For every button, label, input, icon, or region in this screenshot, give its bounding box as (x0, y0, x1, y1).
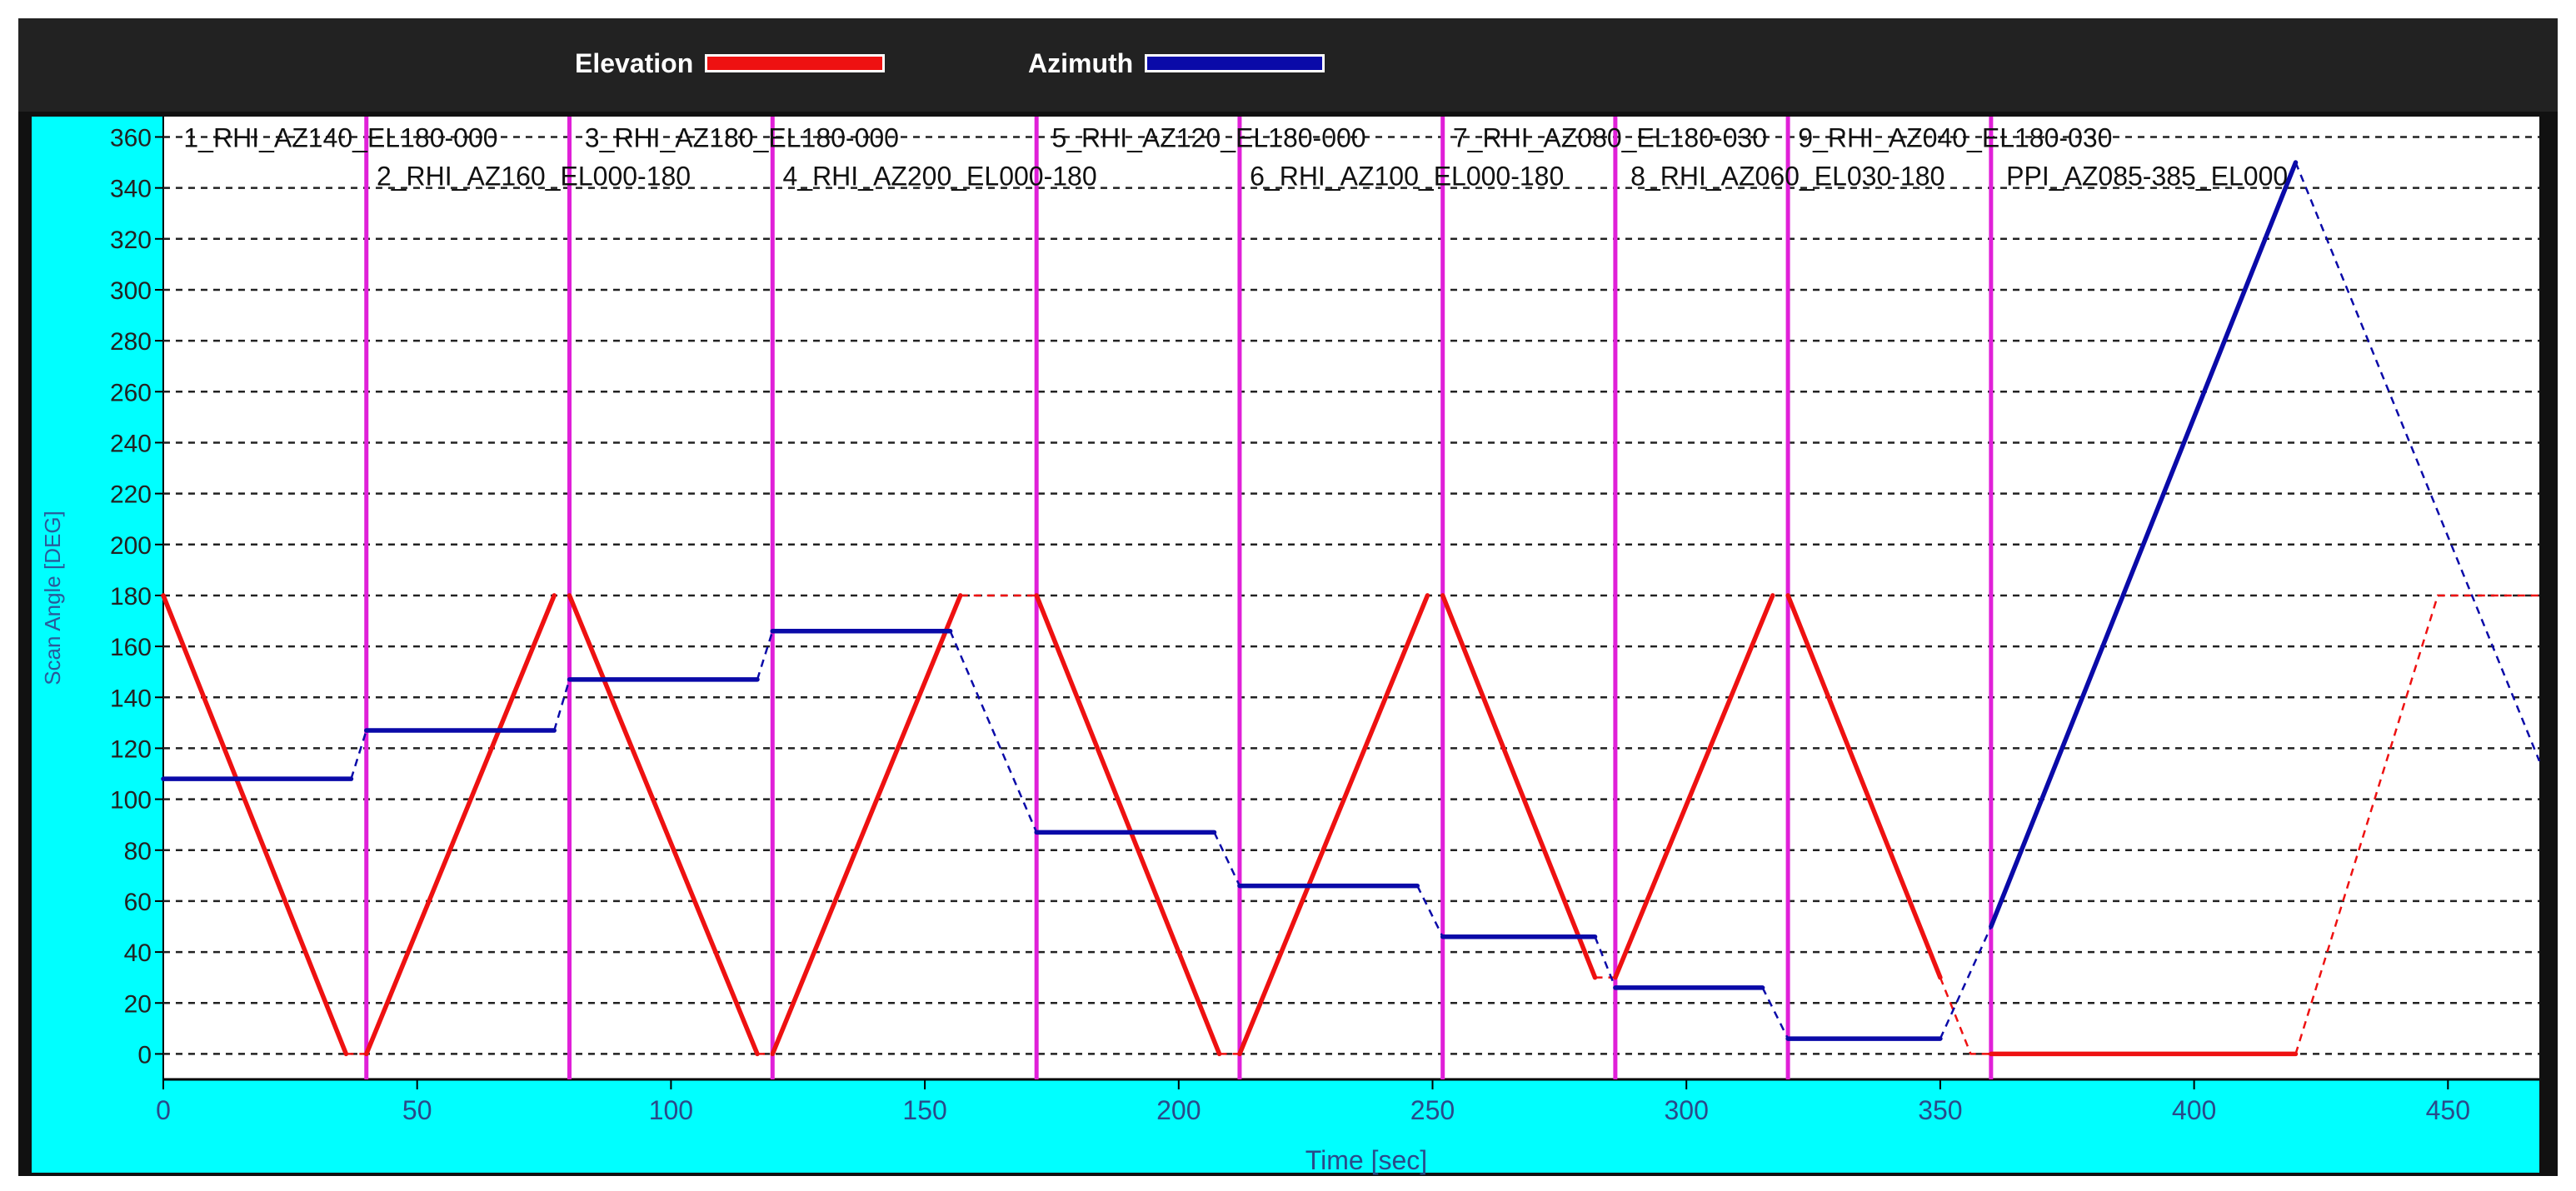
x-tick-label: 350 (1918, 1095, 1962, 1125)
y-tick-label: 20 (124, 990, 152, 1018)
y-tick-label: 240 (110, 430, 152, 457)
x-tick-label: 100 (649, 1095, 693, 1125)
x-axis-panel (32, 1079, 2539, 1173)
y-tick-label: 140 (110, 685, 152, 712)
y-tick-label: 280 (110, 328, 152, 356)
y-tick-label: 40 (124, 939, 152, 967)
x-tick-label: 150 (902, 1095, 946, 1125)
x-tick-label: 200 (1156, 1095, 1201, 1125)
plot-area (163, 117, 2539, 1079)
y-tick-label: 320 (110, 227, 152, 254)
x-tick-label: 50 (402, 1095, 432, 1125)
y-tick-label: 300 (110, 277, 152, 305)
y-tick-label: 220 (110, 481, 152, 509)
scan-label: 7_RHI_AZ080_EL180-030 (1453, 123, 1767, 153)
y-tick-label: 180 (110, 583, 152, 610)
scan-label: 5_RHI_AZ120_EL180-000 (1051, 123, 1365, 153)
y-tick-label: 0 (137, 1041, 152, 1069)
y-tick-label: 340 (110, 176, 152, 203)
scan-label: 9_RHI_AZ040_EL180-030 (1798, 123, 2112, 153)
x-axis-label: Time [sec] (1305, 1145, 1427, 1175)
scan-label: 3_RHI_AZ180_EL180-000 (585, 123, 899, 153)
y-tick-label: 360 (110, 124, 152, 152)
y-tick-label: 200 (110, 532, 152, 560)
scan-label: 2_RHI_AZ160_EL000-180 (377, 162, 691, 192)
y-tick-label: 80 (124, 838, 152, 865)
y-tick-label: 160 (110, 634, 152, 661)
scan-angle-chart: 0 20 40 60 80 100 120 140 160 180 200 220 240 260 280 3… (32, 117, 2541, 1175)
y-tick-label: 120 (110, 735, 152, 763)
x-tick-label: 250 (1410, 1095, 1455, 1125)
scan-label: 4_RHI_AZ200_EL000-180 (782, 162, 1096, 192)
scan-label: 1_RHI_AZ140_EL180-000 (183, 123, 497, 153)
y-axis-label: Scan Angle [DEG] (40, 511, 65, 685)
scan-label: 8_RHI_AZ060_EL030-180 (1630, 162, 1944, 192)
x-tick-label: 450 (2426, 1095, 2470, 1125)
x-tick-label: 400 (2172, 1095, 2216, 1125)
y-tick-label: 100 (110, 787, 152, 815)
x-tick-label: 0 (156, 1095, 171, 1125)
scan-label: PPI_AZ085-385_EL000 (2006, 162, 2288, 192)
scan-label: 6_RHI_AZ100_EL000-180 (1250, 162, 1564, 192)
y-tick-label: 260 (110, 379, 152, 406)
x-tick-label: 300 (1665, 1095, 1709, 1125)
y-tick-label: 60 (124, 889, 152, 916)
